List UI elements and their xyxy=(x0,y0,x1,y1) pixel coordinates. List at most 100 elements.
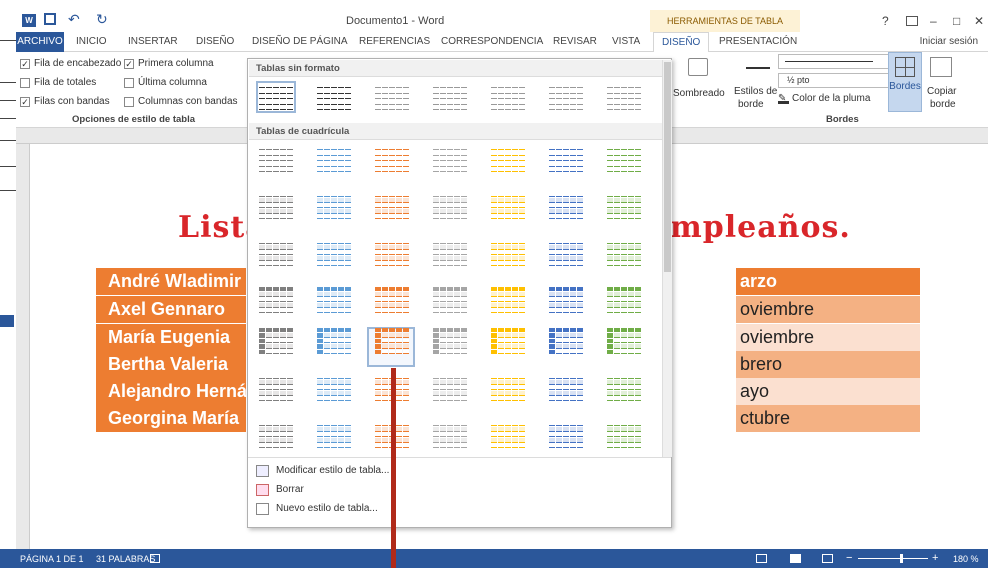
style-thumbnail[interactable] xyxy=(548,239,584,267)
style-thumbnail[interactable] xyxy=(258,192,294,220)
tab-diseno-pagina[interactable]: DISEÑO DE PÁGINA xyxy=(252,36,348,47)
style-thumbnail[interactable] xyxy=(258,286,294,314)
zoom-in-icon[interactable]: + xyxy=(932,552,938,564)
style-thumbnail[interactable] xyxy=(490,421,526,449)
style-thumbnail[interactable] xyxy=(490,83,526,111)
style-thumbnail[interactable] xyxy=(374,327,410,355)
style-thumbnail[interactable] xyxy=(374,192,410,220)
border-styles-button[interactable]: Estilos de xyxy=(734,86,777,97)
style-thumbnail[interactable] xyxy=(490,327,526,355)
style-thumbnail[interactable] xyxy=(548,374,584,402)
style-thumbnail[interactable] xyxy=(316,145,352,173)
style-thumbnail[interactable] xyxy=(316,374,352,402)
style-thumbnail[interactable] xyxy=(606,83,642,111)
table-styles-gallery[interactable]: Tablas sin formato Tablas de cuadrícula … xyxy=(247,58,672,528)
pen-weight-select[interactable]: ½ pto xyxy=(778,73,890,88)
last-column-checkbox[interactable]: Última columna xyxy=(124,76,207,90)
help-button[interactable]: ? xyxy=(882,14,889,28)
style-thumbnail[interactable] xyxy=(258,421,294,449)
style-thumbnail[interactable] xyxy=(316,286,352,314)
signin-link[interactable]: Iniciar sesión xyxy=(920,36,978,47)
style-thumbnail[interactable] xyxy=(548,421,584,449)
style-thumbnail[interactable] xyxy=(374,286,410,314)
tab-referencias[interactable]: REFERENCIAS xyxy=(359,36,430,47)
style-thumbnail[interactable] xyxy=(490,145,526,173)
web-layout-icon[interactable] xyxy=(822,554,833,563)
proofing-icon[interactable] xyxy=(150,554,160,563)
gallery-scrollbar[interactable] xyxy=(662,60,672,457)
style-thumbnail[interactable] xyxy=(548,83,584,111)
style-thumbnail[interactable] xyxy=(374,145,410,173)
maximize-button[interactable]: □ xyxy=(953,14,960,28)
style-thumbnail[interactable] xyxy=(258,145,294,173)
ribbon-display-icon[interactable] xyxy=(906,16,918,26)
style-thumbnail[interactable] xyxy=(490,286,526,314)
style-thumbnail[interactable] xyxy=(374,239,410,267)
style-thumbnail[interactable] xyxy=(432,83,468,111)
style-thumbnail[interactable] xyxy=(432,327,468,355)
tab-diseno[interactable]: DISEÑO xyxy=(196,36,234,47)
save-icon[interactable] xyxy=(44,13,56,25)
total-row-checkbox[interactable]: Fila de totales xyxy=(20,76,96,90)
tab-archivo[interactable]: ARCHIVO xyxy=(16,32,64,52)
first-column-checkbox[interactable]: ✓ Primera columna xyxy=(124,57,214,71)
style-thumbnail[interactable] xyxy=(374,83,410,111)
tab-inicio[interactable]: INICIO xyxy=(76,36,107,47)
style-thumbnail[interactable] xyxy=(432,239,468,267)
style-thumbnail[interactable] xyxy=(432,145,468,173)
banded-columns-checkbox[interactable]: Columnas con bandas xyxy=(124,95,238,109)
zoom-slider-handle[interactable] xyxy=(900,554,903,563)
banded-rows-checkbox[interactable]: ✓ Filas con bandas xyxy=(20,95,110,109)
style-thumbnail[interactable] xyxy=(606,239,642,267)
style-thumbnail[interactable] xyxy=(606,421,642,449)
style-thumbnail[interactable] xyxy=(432,421,468,449)
style-thumbnail[interactable] xyxy=(490,192,526,220)
style-thumbnail[interactable] xyxy=(316,83,352,111)
word-icon[interactable]: W xyxy=(22,14,36,27)
shading-button[interactable]: Sombreado xyxy=(673,88,725,99)
style-thumbnail[interactable] xyxy=(258,374,294,402)
pen-color-button[interactable]: ✎ Color de la pluma xyxy=(778,93,870,104)
vertical-ruler[interactable] xyxy=(16,144,30,549)
style-thumbnail[interactable] xyxy=(258,239,294,267)
minimize-button[interactable]: – xyxy=(930,14,937,28)
tab-insertar[interactable]: INSERTAR xyxy=(128,36,178,47)
style-thumbnail[interactable] xyxy=(606,327,642,355)
style-thumbnail[interactable] xyxy=(548,192,584,220)
style-thumbnail[interactable] xyxy=(490,374,526,402)
tab-presentacion[interactable]: PRESENTACIÓN xyxy=(719,36,797,47)
style-thumbnail[interactable] xyxy=(606,145,642,173)
zoom-out-icon[interactable]: − xyxy=(846,552,852,564)
borders-button[interactable]: Bordes xyxy=(888,52,922,112)
zoom-slider[interactable] xyxy=(858,558,928,559)
print-layout-icon[interactable] xyxy=(790,554,801,563)
redo-icon[interactable]: ↻ xyxy=(96,11,108,28)
copy-border-button[interactable]: Copiar xyxy=(927,86,956,97)
header-row-checkbox[interactable]: ✓ Fila de encabezado xyxy=(20,57,121,71)
page-indicator[interactable]: PÁGINA 1 DE 1 xyxy=(20,554,84,564)
style-thumbnail[interactable] xyxy=(606,286,642,314)
zoom-level[interactable]: 180 % xyxy=(953,554,979,564)
style-thumbnail[interactable] xyxy=(316,327,352,355)
style-thumbnail[interactable] xyxy=(432,374,468,402)
style-thumbnail[interactable] xyxy=(316,192,352,220)
style-thumbnail[interactable] xyxy=(606,374,642,402)
tab-table-design[interactable]: DISEÑO xyxy=(653,32,710,53)
style-thumbnail[interactable] xyxy=(432,286,468,314)
style-thumbnail[interactable] xyxy=(256,81,296,113)
style-thumbnail[interactable] xyxy=(316,421,352,449)
style-thumbnail[interactable] xyxy=(258,327,294,355)
style-thumbnail[interactable] xyxy=(316,239,352,267)
clear-style-menuitem[interactable]: Borrar xyxy=(256,481,304,499)
tab-revisar[interactable]: REVISAR xyxy=(553,36,597,47)
word-count[interactable]: 31 PALABRAS xyxy=(96,554,155,564)
close-button[interactable]: ✕ xyxy=(974,14,984,28)
style-thumbnail[interactable] xyxy=(432,192,468,220)
style-thumbnail[interactable] xyxy=(548,286,584,314)
tab-vista[interactable]: VISTA xyxy=(612,36,640,47)
tab-correspondencia[interactable]: CORRESPONDENCIA xyxy=(441,36,543,47)
style-thumbnail[interactable] xyxy=(548,327,584,355)
read-mode-icon[interactable] xyxy=(756,554,767,563)
style-thumbnail[interactable] xyxy=(548,145,584,173)
style-thumbnail[interactable] xyxy=(490,239,526,267)
